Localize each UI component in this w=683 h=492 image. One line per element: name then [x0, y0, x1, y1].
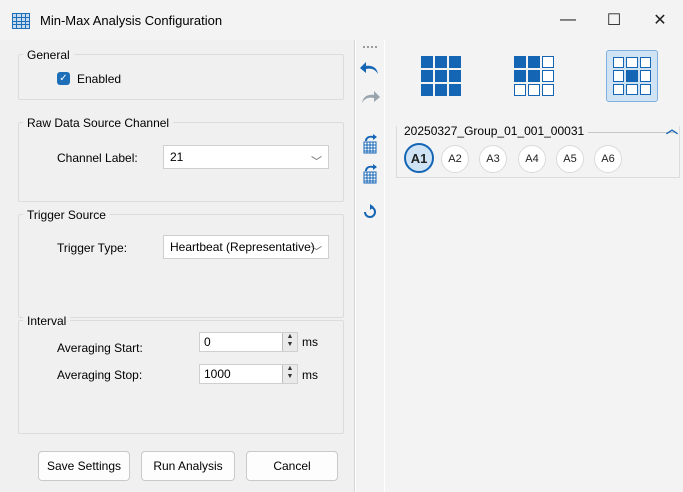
refresh-icon[interactable] — [356, 200, 384, 224]
grid-3x3-filled-icon[interactable] — [415, 50, 467, 102]
interval-title: Interval — [23, 314, 71, 328]
maximize-button[interactable]: ☐ — [591, 0, 637, 40]
well-button[interactable]: A4 — [518, 145, 546, 173]
well-button[interactable]: A5 — [556, 145, 584, 173]
grid-3x3-partial-icon[interactable] — [508, 50, 560, 102]
well-button[interactable]: A1 — [404, 143, 434, 173]
channel-select[interactable]: 21 ﹀ — [163, 145, 329, 169]
averaging-stop-input[interactable]: 1000 ▲ ▼ — [199, 364, 298, 384]
window-title: Min-Max Analysis Configuration — [40, 13, 223, 28]
well-button[interactable]: A6 — [594, 145, 622, 173]
general-title: General — [23, 48, 74, 62]
enabled-checkbox[interactable]: ✓ — [57, 72, 70, 85]
averaging-start-label: Averaging Start: — [57, 341, 143, 355]
run-analysis-button[interactable]: Run Analysis — [141, 451, 235, 481]
app-grid-icon — [12, 13, 30, 29]
trigger-type-value: Heartbeat (Representative) — [170, 240, 315, 254]
enabled-label[interactable]: Enabled — [77, 72, 121, 86]
redo-icon[interactable] — [356, 85, 384, 109]
chevron-up-icon[interactable]: ︿ — [666, 120, 678, 137]
minimize-button[interactable]: — — [545, 0, 591, 40]
save-settings-button[interactable]: Save Settings — [38, 451, 130, 481]
close-button[interactable]: ✕ — [637, 0, 683, 40]
plate-panel — [385, 40, 683, 492]
group-name: 20250327_Group_01_001_00031 — [400, 124, 589, 138]
toolbar-grip[interactable] — [363, 46, 377, 48]
raw-data-group: Raw Data Source Channel Channel Label: 2… — [18, 116, 344, 202]
stepper-arrows-icon[interactable]: ▲ ▼ — [282, 365, 297, 383]
stepper-arrows-icon[interactable]: ▲ ▼ — [282, 333, 297, 351]
chevron-down-icon: ﹀ — [311, 246, 322, 258]
grid-download-icon[interactable] — [356, 162, 384, 186]
averaging-start-value: 0 — [204, 335, 211, 349]
well-button[interactable]: A2 — [441, 145, 469, 173]
vertical-toolbar — [356, 40, 384, 492]
trigger-group: Trigger Source Trigger Type: Heartbeat (… — [18, 208, 344, 318]
trigger-type-label: Trigger Type: — [57, 241, 128, 255]
general-group: General ✓ Enabled — [18, 48, 344, 100]
trigger-type-select[interactable]: Heartbeat (Representative) ﹀ — [163, 235, 329, 259]
channel-label: Channel Label: — [57, 151, 138, 165]
settings-panel: General ✓ Enabled Raw Data Source Channe… — [0, 40, 355, 492]
stop-unit: ms — [302, 368, 318, 382]
channel-value: 21 — [170, 150, 184, 164]
undo-icon[interactable] — [356, 56, 384, 80]
start-unit: ms — [302, 335, 318, 349]
title-bar: Min-Max Analysis Configuration — ☐ ✕ — [0, 0, 683, 40]
chevron-down-icon: ﹀ — [311, 156, 322, 168]
interval-group: Interval Averaging Start: 0 ▲ ▼ ms Averag… — [18, 314, 344, 434]
grid-3x3-outline-icon[interactable] — [606, 50, 658, 102]
trigger-title: Trigger Source — [23, 208, 110, 222]
averaging-stop-value: 1000 — [204, 367, 231, 381]
averaging-stop-label: Averaging Stop: — [57, 368, 143, 382]
averaging-start-input[interactable]: 0 ▲ ▼ — [199, 332, 298, 352]
raw-data-title: Raw Data Source Channel — [23, 116, 174, 130]
well-button[interactable]: A3 — [479, 145, 507, 173]
cancel-button[interactable]: Cancel — [246, 451, 338, 481]
grid-upload-icon[interactable] — [356, 132, 384, 156]
